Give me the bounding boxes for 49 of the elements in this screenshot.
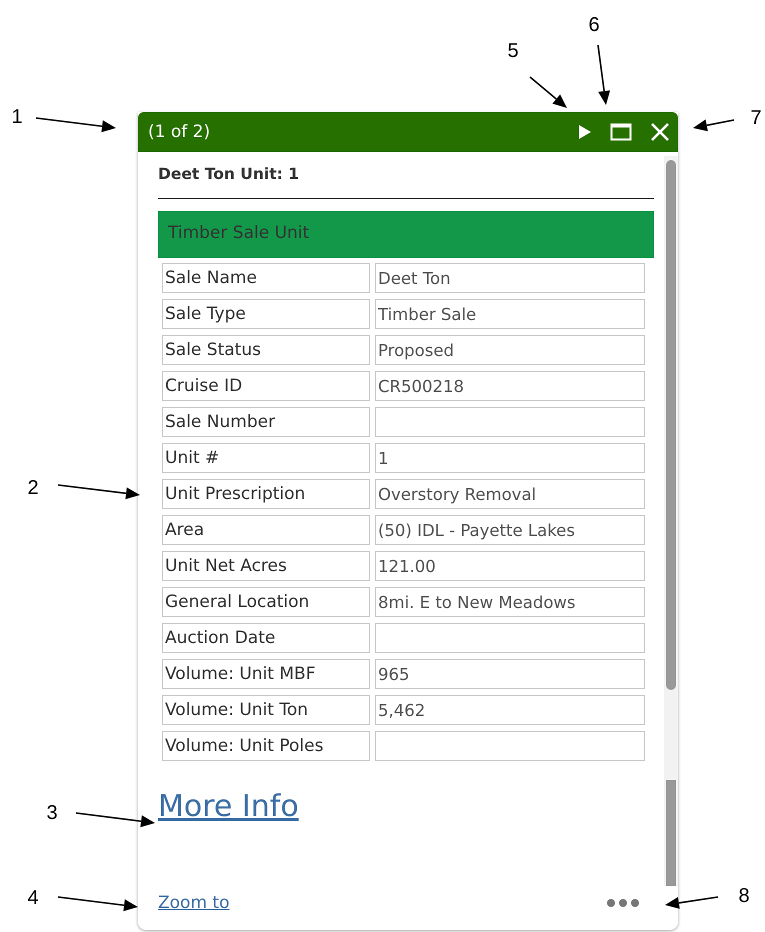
field-label: General Location bbox=[162, 587, 370, 617]
section-header: Timber Sale Unit bbox=[158, 211, 654, 258]
field-value: Timber Sale bbox=[375, 299, 645, 329]
field-label: Volume: Unit Ton bbox=[162, 695, 370, 725]
callout-arrow bbox=[597, 44, 610, 105]
field-label: Unit Prescription bbox=[162, 479, 370, 509]
field-label: Volume: Unit Poles bbox=[162, 731, 370, 761]
feature-title: Deet Ton Unit: 1 bbox=[158, 165, 300, 183]
maximize-button[interactable] bbox=[608, 121, 634, 143]
callout-number: 2 bbox=[27, 477, 39, 499]
field-label: Sale Number bbox=[162, 407, 370, 437]
callout-number: 6 bbox=[588, 14, 600, 36]
field-label: Sale Status bbox=[162, 335, 370, 365]
popup-count: (1 of 2) bbox=[148, 122, 210, 142]
field-label: Auction Date bbox=[162, 623, 370, 653]
field-value: 5,462 bbox=[375, 695, 645, 725]
callout-arrow bbox=[529, 76, 567, 108]
field-value: 8mi. E to New Meadows bbox=[375, 587, 645, 617]
more-options-icon bbox=[606, 898, 640, 908]
callout-number: 5 bbox=[507, 40, 519, 62]
field-label: Unit # bbox=[162, 443, 370, 473]
more-options-button[interactable] bbox=[606, 898, 640, 908]
field-value: Proposed bbox=[375, 335, 645, 365]
scrollbar[interactable] bbox=[664, 156, 678, 886]
callout-number: 1 bbox=[11, 106, 23, 128]
maximize-icon bbox=[610, 123, 632, 141]
field-value: 1 bbox=[375, 443, 645, 473]
callout-number: 8 bbox=[738, 885, 750, 907]
next-icon bbox=[578, 124, 592, 140]
field-value: 121.00 bbox=[375, 551, 645, 581]
field-label: Area bbox=[162, 515, 370, 545]
field-label: Sale Name bbox=[162, 263, 370, 293]
callout-number: 4 bbox=[27, 887, 39, 909]
more-info-link[interactable]: More Info bbox=[158, 789, 299, 824]
field-label: Unit Net Acres bbox=[162, 551, 370, 581]
close-icon bbox=[650, 122, 670, 142]
field-label: Volume: Unit MBF bbox=[162, 659, 370, 689]
field-value: Deet Ton bbox=[375, 263, 645, 293]
callout-arrow bbox=[693, 119, 734, 132]
callout-arrow bbox=[665, 896, 718, 909]
zoom-to-link[interactable]: Zoom to bbox=[158, 893, 230, 913]
field-label: Cruise ID bbox=[162, 371, 370, 401]
field-value: Overstory Removal bbox=[375, 479, 645, 509]
callout-number: 3 bbox=[46, 802, 58, 824]
field-value: 965 bbox=[375, 659, 645, 689]
field-value: (50) IDL - Payette Lakes bbox=[375, 515, 645, 545]
field-label: Sale Type bbox=[162, 299, 370, 329]
field-value: CR500218 bbox=[375, 371, 645, 401]
callout-number: 7 bbox=[750, 107, 762, 129]
